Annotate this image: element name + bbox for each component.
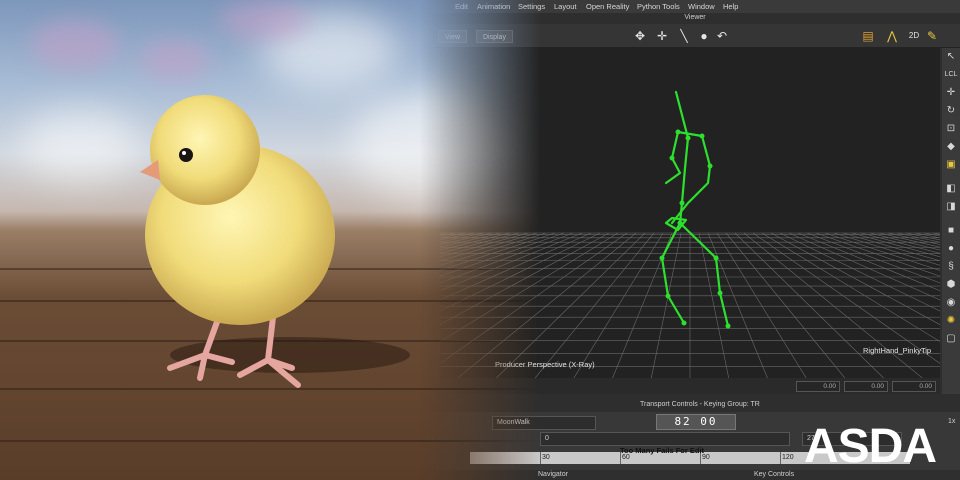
menu-python-tools[interactable]: Python Tools — [637, 2, 680, 11]
brush-icon[interactable]: ✎ — [924, 28, 940, 44]
3d-viewport[interactable]: Producer Perspective (X-Ray) RightHand_P… — [440, 48, 940, 394]
menu-edit[interactable]: Edit — [455, 2, 468, 11]
menu-layout[interactable]: Layout — [554, 2, 577, 11]
local-icon[interactable]: LCL — [944, 68, 958, 82]
coord-z-field[interactable]: 0.00 — [892, 381, 936, 392]
skeleton-figure[interactable] — [440, 48, 940, 394]
sphere-icon[interactable]: ● — [944, 242, 958, 256]
view-button[interactable]: View — [438, 30, 468, 43]
select-arrow-icon[interactable]: ↖ — [944, 50, 958, 64]
layer-icon[interactable]: ◨ — [944, 200, 958, 214]
take-select[interactable]: MoonWalk — [492, 416, 596, 430]
tool-sidebar: ↖ LCL ✛ ↻ ⊡ ◆ ▣ ◧ ◨ ■ ● § ⬢ ◉ ✺ ▢ — [942, 48, 960, 394]
translate-icon[interactable]: ✛ — [654, 28, 670, 44]
camera-label: Producer Perspective (X-Ray) — [495, 360, 595, 369]
rotate-icon[interactable]: ↻ — [944, 104, 958, 118]
view-2d-icon[interactable]: 2D — [906, 28, 922, 44]
bone-icon[interactable]: ╲ — [676, 28, 692, 44]
animation-app-window: Edit Animation Settings Layout Open Real… — [0, 0, 960, 480]
undo-icon[interactable]: ↶ — [714, 28, 730, 44]
key-controls-tab[interactable]: Key Controls — [754, 471, 794, 478]
display-button[interactable]: Display — [476, 30, 513, 43]
zoom-icon[interactable]: ● — [696, 28, 712, 44]
scale-icon[interactable]: ⊡ — [944, 122, 958, 136]
frame-icon[interactable]: ▢ — [944, 332, 958, 346]
tick-label-90: 90 — [702, 454, 710, 461]
marker-icon[interactable]: ◉ — [944, 296, 958, 310]
path-icon[interactable]: § — [944, 260, 958, 274]
cube-icon[interactable]: ■ — [944, 224, 958, 238]
menu-help[interactable]: Help — [723, 2, 738, 11]
pose-icon[interactable]: ◆ — [944, 140, 958, 154]
graph-icon[interactable]: ▤ — [860, 28, 876, 44]
curve-icon[interactable]: ⋀ — [884, 28, 900, 44]
tick-label-30: 30 — [542, 454, 550, 461]
move-icon[interactable]: ✥ — [632, 28, 648, 44]
menu-animation[interactable]: Animation — [477, 2, 510, 11]
coord-x-field[interactable]: 0.00 — [796, 381, 840, 392]
selected-bone-label: RightHand_PinkyTip — [863, 346, 932, 355]
menu-bar: Edit Animation Settings Layout Open Real… — [0, 0, 960, 13]
viewer-toolbar: View Display ✥ ✛ ╲ ● ↶ ▤ ⋀ 2D ✎ — [420, 24, 960, 48]
menu-settings[interactable]: Settings — [518, 2, 545, 11]
hexagon-icon[interactable]: ⬢ — [944, 278, 958, 292]
tick-label-60: 60 — [622, 454, 630, 461]
start-frame-field[interactable]: 0 — [540, 432, 790, 446]
frame-display: 82 00 — [656, 414, 736, 430]
key-icon[interactable]: ▣ — [944, 158, 958, 172]
viewer-title: Viewer — [684, 14, 706, 21]
tick-label-120: 120 — [782, 454, 794, 461]
menu-window[interactable]: Window — [688, 2, 715, 11]
light-icon[interactable]: ✺ — [944, 314, 958, 328]
speed-label[interactable]: 1x — [948, 418, 955, 425]
coordinate-bar: 0.00 0.00 0.00 — [440, 378, 940, 394]
edit-warning: Too Many Fails For Edit — [620, 446, 705, 455]
asda-logo: ASDA — [804, 420, 937, 473]
coord-y-field[interactable]: 0.00 — [844, 381, 888, 392]
camera-icon[interactable]: ◧ — [944, 182, 958, 196]
translate-tool-icon[interactable]: ✛ — [944, 86, 958, 100]
transport-title: Transport Controls - Keying Group: TR — [640, 401, 760, 408]
navigator-tab[interactable]: Navigator — [538, 471, 568, 478]
menu-open-reality[interactable]: Open Reality — [586, 2, 629, 11]
